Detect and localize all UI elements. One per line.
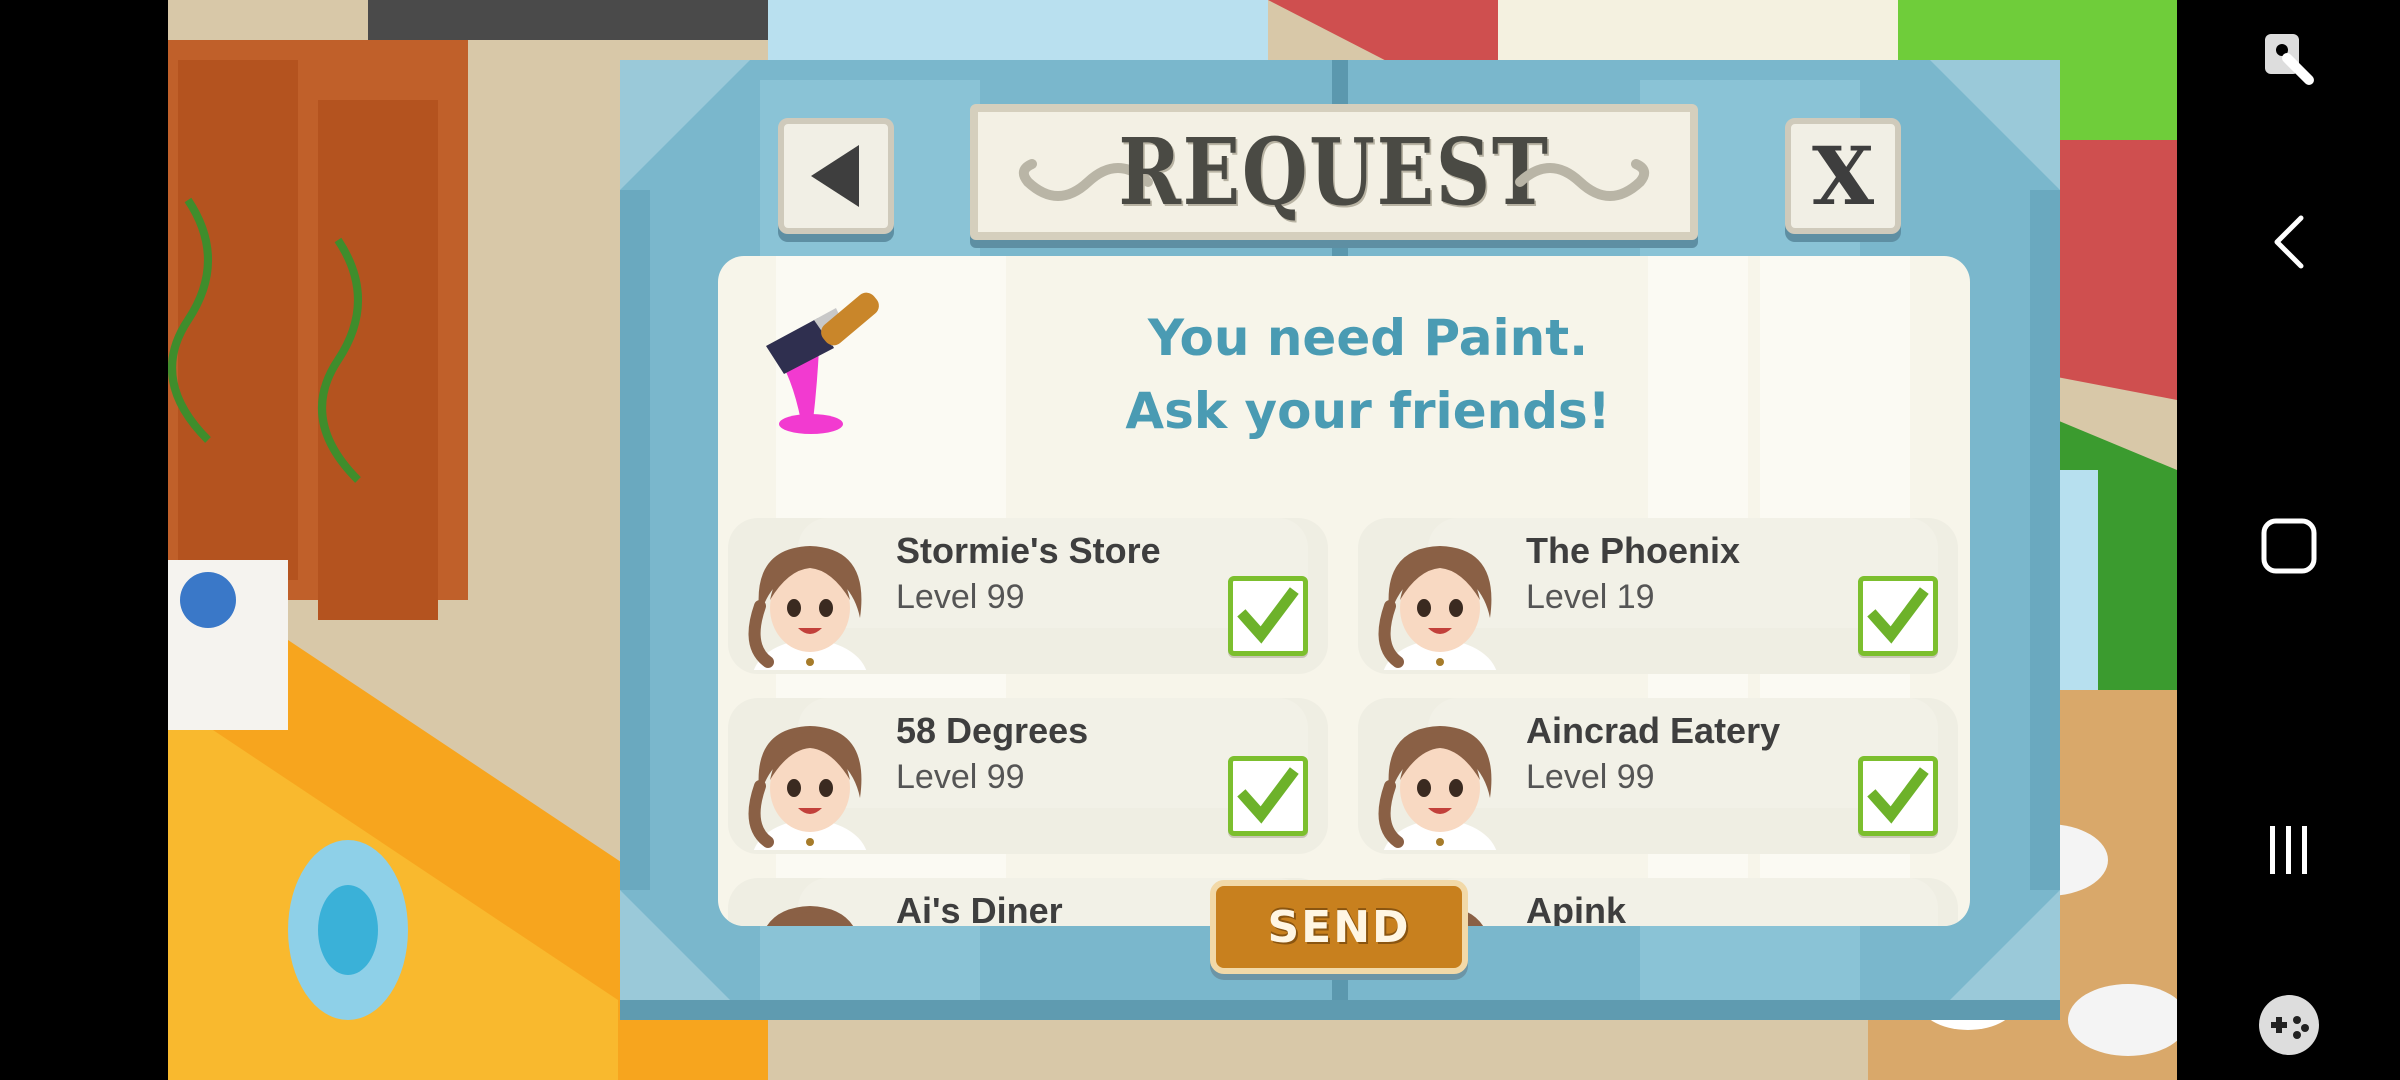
close-icon: X — [1811, 129, 1875, 223]
friend-level: Level 99 — [1526, 758, 1655, 796]
friend-level: Level 99 — [896, 758, 1025, 796]
friend-level: Level 99 — [896, 578, 1025, 616]
request-message: You need Paint. Ask your friends! — [1018, 302, 1718, 448]
avatar — [740, 530, 880, 720]
back-chevron-icon[interactable] — [2269, 212, 2309, 272]
friend-name: Stormie's Store — [896, 530, 1161, 571]
game-tools-icon[interactable] — [2257, 993, 2321, 1057]
avatar — [1370, 530, 1510, 720]
accessibility-icon[interactable] — [2259, 28, 2319, 90]
avatar — [1370, 710, 1510, 900]
right-swirl-ornament — [1515, 159, 1650, 201]
send-button-label: SEND — [1267, 901, 1411, 953]
paint-brush-icon — [766, 292, 879, 434]
friend-checkbox[interactable] — [1228, 576, 1308, 656]
friend-checkbox[interactable] — [1858, 576, 1938, 656]
friend-name: Ai's Diner — [896, 890, 1063, 926]
send-button[interactable]: SEND — [1210, 880, 1468, 974]
dialog-title: REQUEST — [1118, 118, 1550, 226]
title-plate: REQUEST — [970, 104, 1698, 240]
triangle-left-icon — [811, 145, 859, 207]
friend-row[interactable]: 58 Degrees Level 99 — [728, 698, 1328, 900]
back-button[interactable] — [778, 118, 894, 234]
android-nav-bar — [2177, 0, 2400, 1080]
message-line-1: You need Paint. — [1147, 309, 1589, 367]
home-square-icon[interactable] — [2259, 516, 2319, 576]
recents-icon[interactable] — [2264, 822, 2314, 878]
friend-row[interactable]: Aincrad Eatery Level 99 — [1358, 698, 1958, 900]
message-line-2: Ask your friends! — [1125, 382, 1611, 440]
friend-checkbox[interactable] — [1858, 756, 1938, 836]
checkmark-icon — [1237, 767, 1299, 824]
friend-checkbox[interactable] — [1228, 756, 1308, 836]
game-scene[interactable]: REQUEST X You need Paint. Ask your frien… — [168, 0, 2177, 1080]
checkmark-icon — [1237, 587, 1299, 644]
friend-name: Apink — [1526, 890, 1627, 926]
close-button[interactable]: X — [1785, 118, 1901, 234]
friend-name: Aincrad Eatery — [1526, 710, 1781, 751]
avatar — [740, 710, 880, 900]
friend-name: 58 Degrees — [896, 710, 1089, 751]
friend-name: The Phoenix — [1526, 530, 1741, 571]
friends-panel[interactable]: You need Paint. Ask your friends! Stormi… — [718, 256, 1970, 926]
friend-row[interactable]: Stormie's Store Level 99 — [728, 518, 1328, 720]
checkmark-icon — [1867, 767, 1929, 824]
friend-row[interactable]: The Phoenix Level 19 — [1358, 518, 1958, 720]
request-dialog: REQUEST X You need Paint. Ask your frien… — [620, 60, 2060, 1020]
avatar — [740, 890, 880, 926]
friend-level: Level 19 — [1526, 578, 1655, 616]
checkmark-icon — [1867, 587, 1929, 644]
